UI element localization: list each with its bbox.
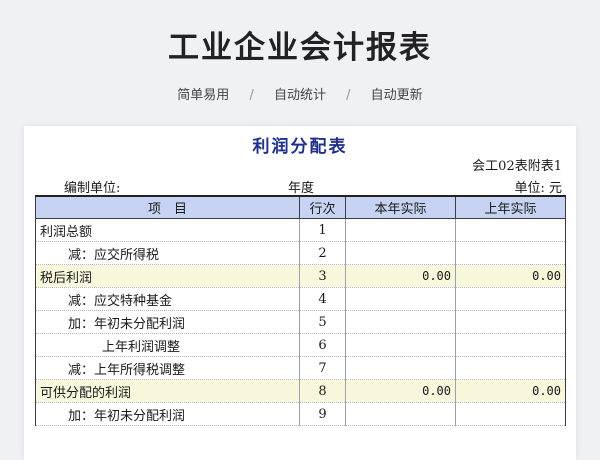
table-row: 减：应交特种基金 4 (35, 287, 566, 311)
period-label: 年度 (288, 181, 315, 196)
column-header-current-year: 本年实际 (345, 195, 456, 219)
cell-previous-year[interactable]: 0.00 (455, 379, 566, 403)
currency-unit-label: 单位: 元 (514, 181, 562, 196)
cell-line-no[interactable]: 2 (299, 241, 346, 265)
profit-distribution-table: 项 目 行次 本年实际 上年实际 利润总额 1 减：应交所得税 2 税后利润 3 0.00 0… (35, 195, 566, 426)
column-header-item: 项 目 (35, 195, 300, 219)
feature-separator: / (249, 88, 254, 103)
cell-current-year[interactable] (345, 402, 456, 426)
table-row: 可供分配的利润 8 0.00 0.00 (35, 379, 566, 403)
feature-easy: 简单易用 (177, 88, 230, 103)
cell-line-no[interactable]: 1 (299, 218, 346, 242)
column-header-previous-year: 上年实际 (455, 195, 566, 219)
cell-line-no[interactable]: 6 (299, 333, 346, 357)
cell-line-no[interactable]: 7 (299, 356, 346, 380)
cell-current-year[interactable] (345, 333, 456, 357)
cell-current-year[interactable]: 0.00 (345, 379, 456, 403)
cell-previous-year[interactable] (455, 241, 566, 265)
cell-item[interactable]: 利润总额 (35, 218, 300, 242)
cell-previous-year[interactable] (455, 333, 566, 357)
cell-current-year[interactable] (345, 241, 456, 265)
cell-item[interactable]: 减：上年所得税调整 (35, 356, 300, 380)
compiling-unit-label: 编制单位: (64, 181, 121, 196)
cell-line-no[interactable]: 5 (299, 310, 346, 334)
table-row: 上年利润调整 6 (35, 333, 566, 357)
feature-auto-update: 自动更新 (370, 88, 423, 103)
cell-item[interactable]: 减：应交特种基金 (35, 287, 300, 311)
cell-previous-year[interactable] (455, 356, 566, 380)
feature-auto-stats: 自动统计 (273, 88, 326, 103)
cell-current-year[interactable] (345, 287, 456, 311)
feature-list: 简单易用 / 自动统计 / 自动更新 (0, 84, 600, 103)
cell-current-year[interactable] (345, 310, 456, 334)
cell-item[interactable]: 加：年初未分配利润 (35, 402, 300, 426)
cell-item[interactable]: 减：应交所得税 (35, 241, 300, 265)
cell-previous-year[interactable] (455, 402, 566, 426)
table-row: 加：年初未分配利润 9 (35, 402, 566, 426)
table-row: 减：应交所得税 2 (35, 241, 566, 265)
cell-item[interactable]: 上年利润调整 (35, 333, 300, 357)
table-body: 利润总额 1 减：应交所得税 2 税后利润 3 0.00 0.00 减：应交特种基金 4 加：年初未… (35, 218, 566, 426)
table-header-row: 项 目 行次 本年实际 上年实际 (35, 195, 566, 219)
cell-current-year[interactable]: 0.00 (345, 264, 456, 288)
report-title: 利润分配表 (252, 137, 348, 157)
cell-line-no[interactable]: 8 (299, 379, 346, 403)
cell-item[interactable]: 加：年初未分配利润 (35, 310, 300, 334)
cell-item[interactable]: 可供分配的利润 (35, 379, 300, 403)
cell-line-no[interactable]: 3 (299, 264, 346, 288)
cell-previous-year[interactable]: 0.00 (455, 264, 566, 288)
table-row: 加：年初未分配利润 5 (35, 310, 566, 334)
cell-line-no[interactable]: 4 (299, 287, 346, 311)
report-meta-row: 编制单位: 年度 单位: 元 (24, 177, 576, 196)
cell-line-no[interactable]: 9 (299, 402, 346, 426)
table-row: 税后利润 3 0.00 0.00 (35, 264, 566, 288)
cell-current-year[interactable] (345, 356, 456, 380)
cell-current-year[interactable] (345, 218, 456, 242)
form-number: 会工02表附表1 (472, 159, 562, 174)
spreadsheet-preview: 利润分配表 会工02表附表1 编制单位: 年度 单位: 元 项 目 行次 本年实… (24, 126, 576, 460)
page-title: 工业企业会计报表 (168, 30, 432, 66)
feature-separator: / (346, 88, 351, 103)
table-row: 利润总额 1 (35, 218, 566, 242)
page: 工业企业会计报表 简单易用 / 自动统计 / 自动更新 利润分配表 会工02表附… (0, 0, 600, 460)
cell-item[interactable]: 税后利润 (35, 264, 300, 288)
cell-previous-year[interactable] (455, 310, 566, 334)
table-row: 减：上年所得税调整 7 (35, 356, 566, 380)
cell-previous-year[interactable] (455, 218, 566, 242)
cell-previous-year[interactable] (455, 287, 566, 311)
column-header-line: 行次 (299, 195, 346, 219)
